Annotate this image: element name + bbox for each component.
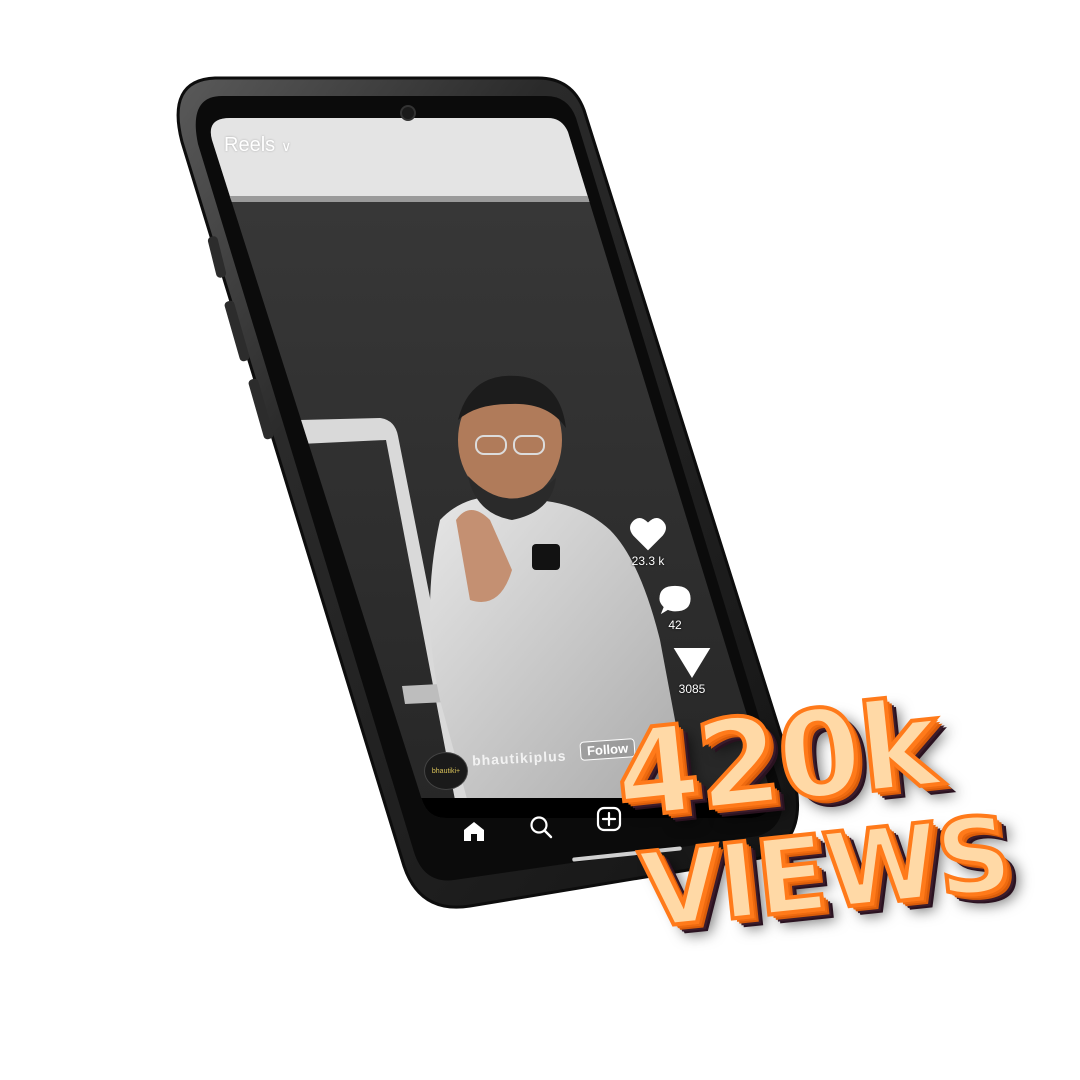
send-icon: [673, 648, 711, 678]
promo-graphic: Reels ∨ 23.3 k 42 3085 bhautiki+ bhautik…: [0, 0, 1080, 1080]
avatar-label: bhautiki+: [431, 767, 461, 775]
share-count: 3085: [678, 682, 706, 696]
heart-icon: [630, 518, 666, 551]
search-icon[interactable]: [528, 814, 554, 840]
front-camera: [400, 105, 416, 121]
chevron-down-icon: ∨: [281, 138, 292, 154]
comment-icon: [659, 585, 691, 615]
like-count: 23.3 k: [631, 554, 665, 568]
reels-title: Reels: [224, 134, 276, 156]
comment-button[interactable]: 42: [658, 584, 692, 632]
reels-header[interactable]: Reels ∨: [224, 134, 291, 157]
comment-count: 42: [668, 618, 682, 632]
home-icon[interactable]: [462, 820, 486, 842]
avatar[interactable]: bhautiki+: [424, 752, 468, 790]
like-button[interactable]: 23.3 k: [628, 516, 668, 568]
create-icon[interactable]: [596, 806, 622, 832]
share-button[interactable]: 3085: [672, 646, 712, 696]
